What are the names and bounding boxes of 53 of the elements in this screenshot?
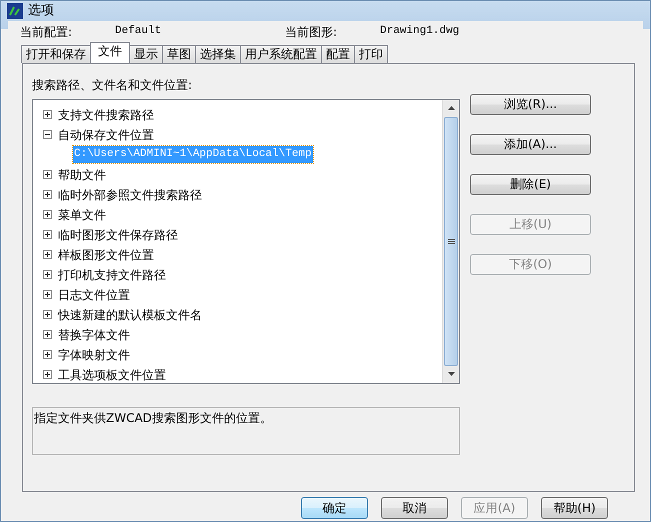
tree-item[interactable]: 快速新建的默认模板文件名 bbox=[58, 306, 202, 324]
tree-item[interactable]: 字体映射文件 bbox=[58, 346, 130, 364]
tree-item[interactable]: 支持文件搜索路径 bbox=[58, 106, 154, 124]
tree-item[interactable]: 临时外部参照文件搜索路径 bbox=[58, 186, 202, 204]
tree-item[interactable]: 日志文件位置 bbox=[58, 286, 130, 304]
expand-icon[interactable] bbox=[43, 350, 52, 359]
scroll-thumb[interactable] bbox=[444, 116, 458, 366]
action-button[interactable]: 浏览(R)... bbox=[470, 94, 591, 114]
expand-icon[interactable] bbox=[43, 210, 52, 219]
collapse-icon[interactable] bbox=[43, 130, 52, 139]
expand-icon[interactable] bbox=[43, 330, 52, 339]
dialog-button[interactable]: 取消 bbox=[381, 496, 448, 518]
tree-item[interactable]: 替换字体文件 bbox=[58, 326, 130, 344]
grip-icon bbox=[448, 238, 454, 244]
app-icon bbox=[7, 2, 23, 19]
description-text: 指定文件夹供ZWCAD搜索图形文件的位置。 bbox=[34, 410, 272, 424]
tab[interactable]: 用户系统配置 bbox=[240, 44, 322, 62]
scroll-down-icon[interactable] bbox=[448, 372, 454, 376]
scroll-up-icon[interactable] bbox=[448, 106, 454, 110]
dialog-button[interactable]: 确定 bbox=[301, 496, 368, 518]
tree-item[interactable]: 临时图形文件保存路径 bbox=[58, 226, 178, 244]
tree-item[interactable]: 菜单文件 bbox=[58, 206, 106, 224]
expand-icon[interactable] bbox=[43, 250, 52, 259]
tab[interactable]: 文件 bbox=[90, 42, 130, 62]
tab[interactable]: 草图 bbox=[162, 44, 196, 62]
tree-item[interactable]: 工具选项板文件位置 bbox=[58, 366, 166, 384]
tab[interactable]: 选择集 bbox=[195, 44, 241, 62]
group-label: 搜索路径、文件名和文件位置: bbox=[32, 76, 194, 94]
tree-item[interactable]: 帮助文件 bbox=[58, 166, 106, 184]
tab[interactable]: 显示 bbox=[129, 44, 163, 62]
dialog-button[interactable]: 帮助(H) bbox=[541, 496, 608, 518]
tab[interactable]: 打印 bbox=[354, 44, 388, 62]
expand-icon[interactable] bbox=[43, 190, 52, 199]
info-label: 当前图形: bbox=[285, 24, 338, 40]
action-button[interactable]: 添加(A)... bbox=[470, 134, 591, 154]
tree-item[interactable]: 打印机支持文件路径 bbox=[58, 266, 166, 284]
tab[interactable]: 打开和保存 bbox=[21, 44, 91, 62]
tree-item[interactable]: 自动保存文件位置 bbox=[58, 126, 154, 144]
expand-icon[interactable] bbox=[43, 110, 52, 119]
expand-icon[interactable] bbox=[43, 290, 52, 299]
expand-icon[interactable] bbox=[43, 370, 52, 379]
info-value: Drawing1.dwg bbox=[380, 24, 460, 40]
info-label: 当前配置: bbox=[20, 24, 74, 40]
action-button[interactable]: 删除(E) bbox=[470, 174, 591, 194]
expand-icon[interactable] bbox=[43, 270, 52, 279]
window-title: 选项 bbox=[28, 2, 54, 20]
info-value: Default bbox=[115, 24, 162, 40]
expand-icon[interactable] bbox=[43, 230, 52, 239]
expand-icon[interactable] bbox=[43, 170, 52, 179]
expand-icon[interactable] bbox=[43, 310, 52, 319]
tree-item[interactable]: 样板图形文件位置 bbox=[58, 246, 154, 264]
tab[interactable]: 配置 bbox=[321, 44, 355, 62]
scrollbar[interactable] bbox=[442, 100, 459, 382]
